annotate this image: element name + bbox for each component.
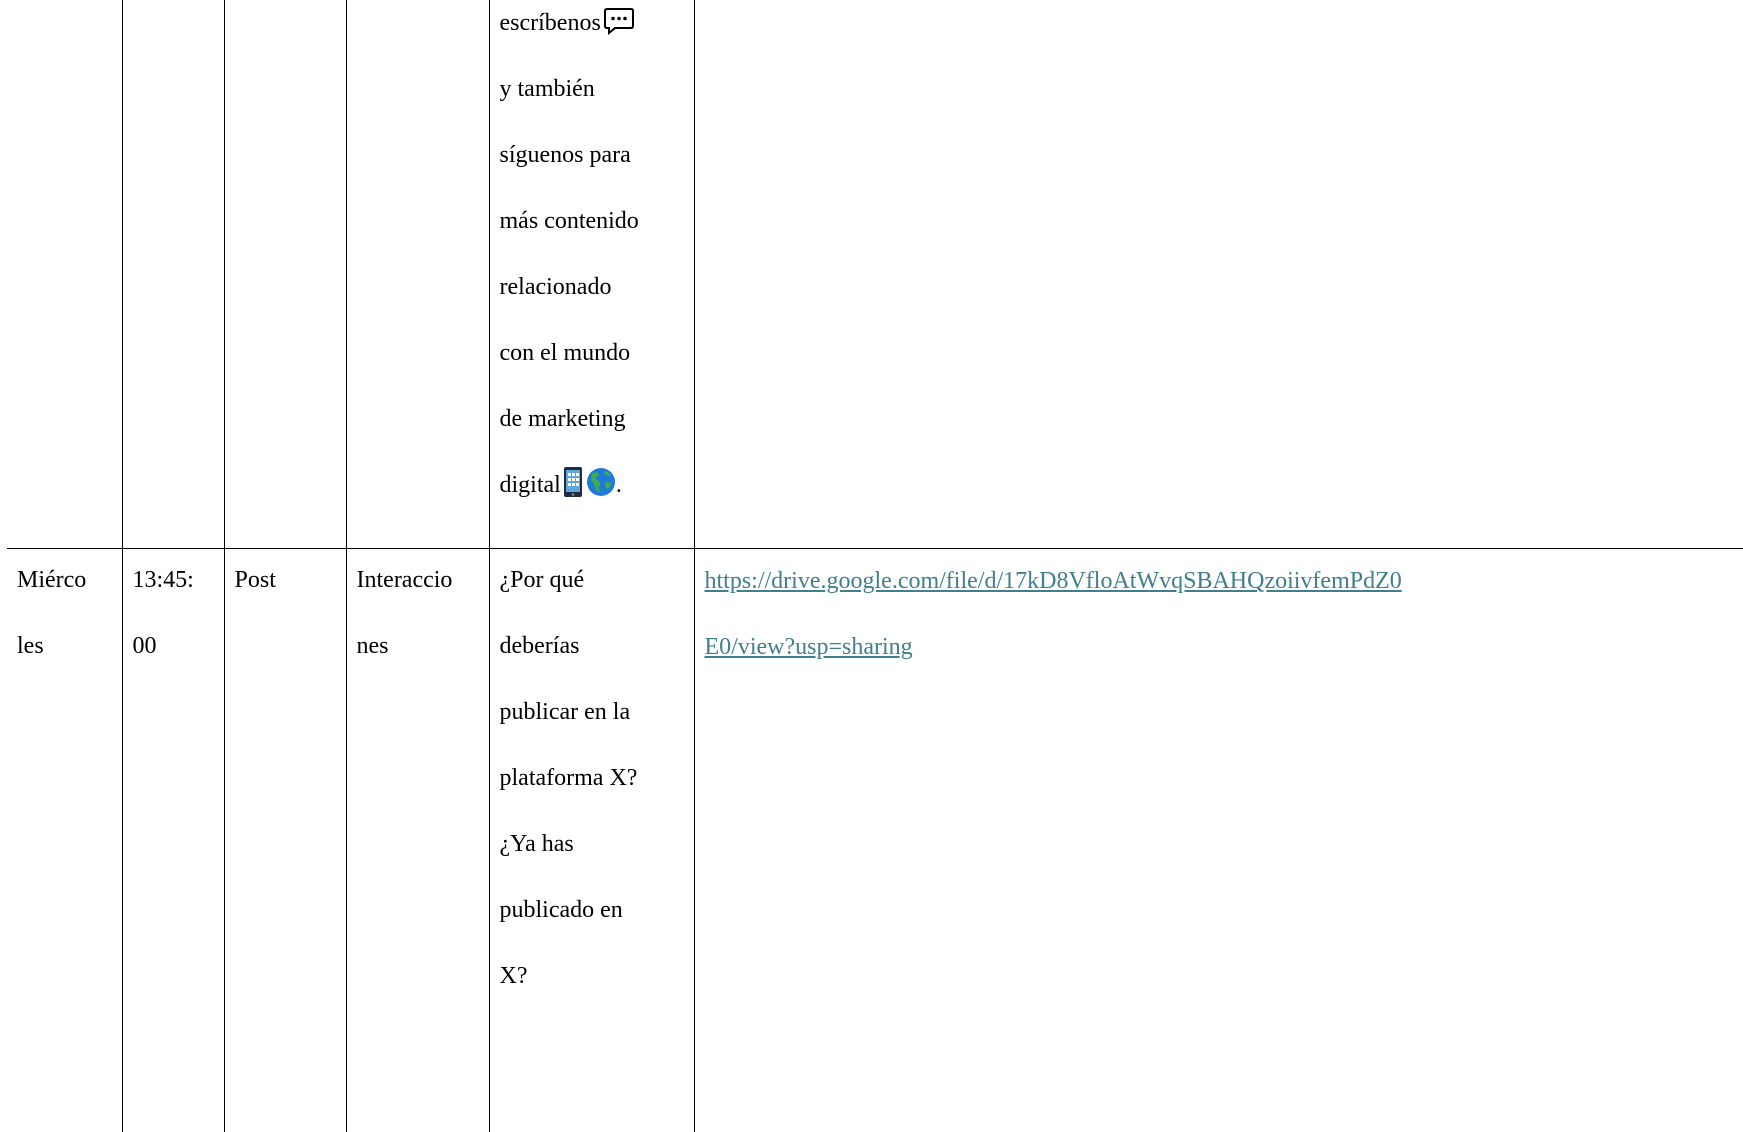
link-cell: https://drive.google.com/file/d/17kD8Vfl…	[693, 548, 1743, 1132]
message-line: ¿Ya has	[499, 831, 574, 858]
document-page: escríbenos y también síguenos para más c…	[7, 0, 1743, 1132]
link-cell	[693, 0, 1743, 550]
objective-cell	[345, 0, 490, 550]
time-text-line: 13:45:	[132, 567, 194, 594]
drive-link-line: E0/view?usp=sharing	[704, 634, 913, 661]
time-cell	[121, 0, 225, 550]
table-row: Miérco les 13:45: 00 Post Interaccio nes…	[7, 548, 1743, 1132]
day-text-line: les	[17, 633, 44, 660]
day-text-line: Miérco	[17, 567, 87, 594]
message-line: escríbenos	[500, 0, 684, 56]
globe-americas-icon	[586, 468, 615, 497]
objective-text-line: Interaccio	[356, 567, 453, 594]
format-text: Post	[234, 567, 276, 594]
drive-link-line: https://drive.google.com/file/d/17kD8Vfl…	[704, 568, 1402, 595]
time-cell: 13:45: 00	[121, 548, 225, 1132]
message-line: publicado en	[499, 897, 623, 924]
message-line: síguenos para	[499, 142, 631, 168]
message-line: más contenido	[499, 208, 639, 234]
message-line: publicar en la	[499, 699, 631, 726]
day-cell: Miérco les	[7, 548, 123, 1132]
message-cell: ¿Por qué deberías publicar en la platafo…	[488, 548, 695, 1132]
message-line: ¿Por qué	[499, 567, 585, 594]
format-cell: Post	[223, 548, 347, 1132]
message-line: digital.	[500, 452, 684, 518]
message-line: y también	[499, 76, 595, 102]
drive-link[interactable]: https://drive.google.com/file/d/17kD8Vfl…	[704, 550, 1734, 680]
objective-text-line: nes	[356, 633, 389, 660]
content-calendar-table: escríbenos y también síguenos para más c…	[7, 0, 1743, 1132]
message-line: relacionado	[499, 274, 612, 300]
time-text-line: 00	[132, 633, 157, 660]
format-cell	[223, 0, 347, 550]
objective-cell: Interaccio nes	[345, 548, 490, 1132]
message-line: con el mundo	[499, 340, 631, 366]
table-row: escríbenos y también síguenos para más c…	[7, 0, 1743, 550]
speech-bubble-icon	[603, 8, 634, 36]
message-cell: escríbenos y también síguenos para más c…	[488, 0, 695, 550]
day-cell	[7, 0, 123, 550]
mobile-phone-icon	[563, 467, 582, 498]
message-line: deberías	[499, 633, 580, 660]
message-line: de marketing	[499, 406, 626, 432]
message-line: X?	[499, 963, 528, 990]
message-line: plataforma X?	[499, 765, 638, 792]
